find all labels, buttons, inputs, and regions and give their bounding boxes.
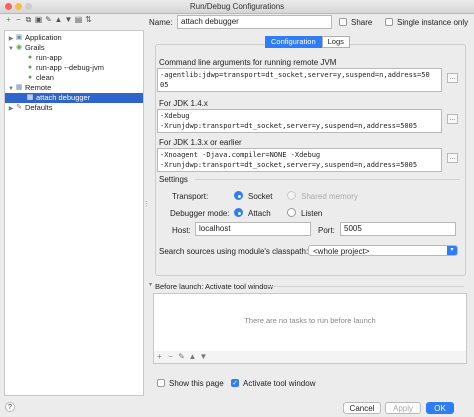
tab-configuration[interactable]: Configuration [265,36,322,48]
attach-label: Attach [248,209,271,218]
apply-button[interactable]: Apply [385,402,421,414]
debugger-mode-label: Debugger mode: [170,209,230,218]
attach-radio[interactable] [234,208,243,217]
tree-item[interactable]: ▼ ▦ Remote [5,83,143,93]
remove-icon[interactable]: − [14,15,23,25]
port-input[interactable]: 5005 [340,222,456,236]
activate-tool-window-label: Activate tool window [243,379,316,388]
search-sources-value: <whole project> [313,247,370,256]
tab-bar: Configuration Logs [265,36,350,48]
host-label: Host: [172,226,191,235]
move-down-icon[interactable]: ▼ [64,15,73,25]
shared-memory-radio[interactable] [287,191,296,200]
add-task-icon[interactable]: + [154,351,165,363]
collapse-arrow-icon[interactable]: ▾ [149,281,152,288]
settings-divider [195,179,460,180]
help-button[interactable]: ? [5,402,15,412]
tree-toolbar: + − ⧉ ▣ ✎ ▲ ▼ ▤ ⇅ [4,15,94,27]
show-this-page-checkbox[interactable] [157,379,165,387]
grails-run-icon: ● [27,54,33,62]
single-instance-label: Single instance only [397,18,469,27]
listen-label: Listen [301,209,323,218]
edit-task-icon[interactable]: ✎ [176,351,187,363]
name-input[interactable]: attach debugger [177,15,332,29]
search-sources-label: Search sources using module's classpath: [159,247,309,256]
remote-config-icon: ▦ [26,94,34,102]
socket-radio[interactable] [234,191,243,200]
tree-item-label: Remote [25,83,52,92]
grails-run-icon: ● [27,64,33,72]
cmd-args-field[interactable]: -agentlib:jdwp=transport=dt_socket,serve… [157,68,442,92]
before-launch-list: There are no tasks to run before launch [153,293,467,353]
move-task-up-icon[interactable]: ▲ [187,351,198,363]
collapsed-arrow-icon[interactable]: ▶ [7,104,15,114]
host-input[interactable]: localhost [195,222,311,236]
tab-logs[interactable]: Logs [321,36,350,48]
copy-icon[interactable]: ⧉ [24,15,33,25]
tree-item[interactable]: ▶ ✎ Defaults [5,103,143,113]
remove-task-icon[interactable]: − [165,351,176,363]
jdk14-label: For JDK 1.4.x [159,99,208,108]
add-icon[interactable]: + [4,15,13,25]
before-launch-label: Before launch: Activate tool window [155,282,273,291]
expand-jdk14-button[interactable]: ... [447,114,458,124]
expand-cmd-button[interactable]: ... [447,73,458,83]
tree-item[interactable]: ▶ ▣ Application [5,33,143,43]
tree-item-label: Defaults [25,103,53,112]
port-label: Port: [318,226,335,235]
cmd-args-label: Command line arguments for running remot… [159,58,337,67]
socket-label: Socket [248,192,273,201]
remote-icon: ▦ [15,84,23,92]
tree-item-label: run-app --debug-jvm [36,63,104,72]
move-up-icon[interactable]: ▲ [54,15,63,25]
grails-run-icon: ● [27,74,33,82]
activate-tool-window-checkbox[interactable]: ✓ [231,379,239,387]
before-launch-empty-text: There are no tasks to run before launch [244,316,376,325]
jdk13-label: For JDK 1.3.x or earlier [159,138,242,147]
jdk13-field[interactable]: -Xnoagent -Djava.compiler=NONE -Xdebug -… [157,148,442,172]
tree-item[interactable]: ▦ attach debugger [5,93,143,103]
configuration-tree: ▶ ▣ Application ▼ ◉ Grails ● run-app ● run-app --… [4,30,144,396]
settings-label: Settings [159,175,188,184]
chevron-down-icon: ▾ [447,246,457,255]
sort-icon[interactable]: ⇅ [84,15,93,25]
move-task-down-icon[interactable]: ▼ [198,351,209,363]
expand-jdk13-button[interactable]: ... [447,153,458,163]
jdk14-field[interactable]: -Xdebug -Xrunjdwp:transport=dt_socket,se… [157,109,442,133]
tree-item-label: Grails [25,43,45,52]
cancel-button[interactable]: Cancel [343,402,381,414]
ok-button[interactable]: OK [426,402,454,414]
share-checkbox[interactable] [339,18,347,26]
before-launch-divider [268,286,464,287]
shared-memory-label: Shared memory [301,192,358,201]
tree-item[interactable]: ● run-app --debug-jvm [5,63,143,73]
save-icon[interactable]: ▣ [34,15,43,25]
defaults-icon: ✎ [16,104,22,112]
name-label: Name: [149,18,173,27]
show-this-page-label: Show this page [169,379,224,388]
share-label: Share [351,18,373,27]
tree-item-label: run-app [36,53,62,62]
listen-radio[interactable] [287,208,296,217]
tree-item-label: attach debugger [36,93,91,102]
transport-label: Transport: [172,192,209,201]
folder-icon[interactable]: ▤ [74,15,83,25]
tree-item[interactable]: ▼ ◉ Grails [5,43,143,53]
tree-item-label: clean [36,73,54,82]
tree-item-label: Application [25,33,62,42]
search-sources-select[interactable]: <whole project> ▾ [308,245,458,256]
window-title: Run/Debug Configurations [189,2,285,11]
grails-icon: ◉ [15,44,23,52]
single-instance-checkbox[interactable] [385,18,393,26]
before-launch-toolbar: + − ✎ ▲ ▼ [153,351,467,364]
tree-item[interactable]: ● run-app [5,53,143,63]
tree-item[interactable]: ● clean [5,73,143,83]
application-icon: ▣ [15,34,23,42]
wrench-icon[interactable]: ✎ [44,15,53,25]
splitter-handle[interactable]: ⋮ [143,200,150,214]
